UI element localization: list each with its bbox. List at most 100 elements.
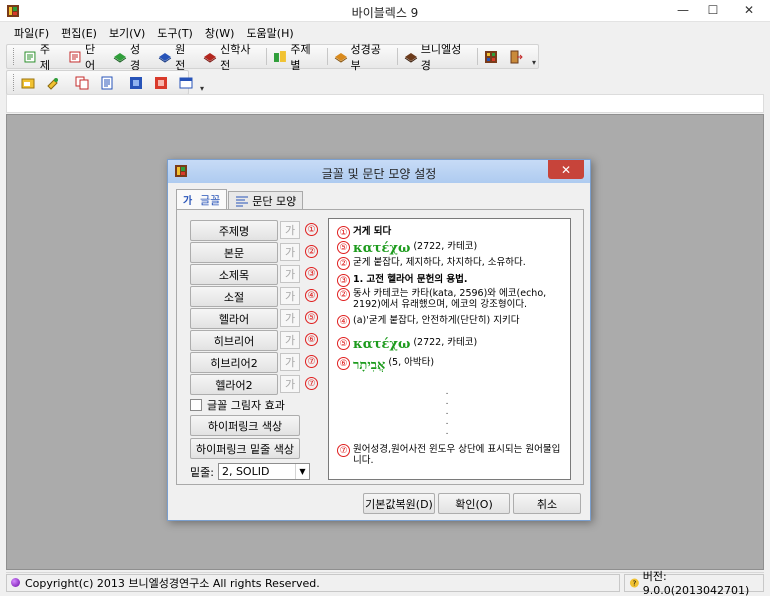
preview-hebrew-word: אֲבִיתָר	[353, 358, 386, 373]
peniel-bible-icon	[404, 52, 417, 63]
menu-tools[interactable]: 도구(T)	[151, 22, 199, 42]
toolbar-separator	[396, 48, 398, 65]
toolbar-grip[interactable]	[13, 48, 16, 65]
toolbar-window-button[interactable]	[175, 72, 200, 93]
dialog-titlebar: 글꼴 및 문단 모양 설정 ✕	[168, 160, 590, 183]
preview-line-3: ③ 1. 고전 헬라어 문헌의 용법.	[337, 274, 467, 287]
bible-study-icon	[334, 52, 347, 63]
red-square-icon	[155, 76, 167, 89]
marker-6: ⑥	[305, 333, 318, 346]
menu-window[interactable]: 창(W)	[199, 22, 241, 42]
cancel-button[interactable]: 취소	[513, 493, 581, 514]
toolbar-bible-button[interactable]: 성경	[109, 43, 154, 72]
toolbar-blue-button[interactable]	[125, 72, 150, 93]
paragraph-icon	[236, 196, 249, 207]
marker-7b: ⑦	[305, 377, 318, 390]
toolbar-overflow-chevron[interactable]: ▾	[530, 46, 538, 67]
menu-file[interactable]: 파일(F)	[8, 22, 55, 42]
minimize-button[interactable]: —	[668, 0, 698, 20]
word-icon	[69, 51, 81, 62]
toolbar-red-button[interactable]	[150, 72, 175, 93]
font-sample-hebrew2[interactable]: 가	[280, 353, 300, 371]
font-button-hebrew[interactable]: 히브리어	[190, 330, 278, 351]
toolbar-topic-button[interactable]: 주제	[19, 43, 64, 72]
shadow-checkbox-row[interactable]: 글꼴 그림자 효과	[190, 397, 285, 413]
font-button-subtitle[interactable]: 소제목	[190, 264, 278, 285]
underline-select[interactable]: 2, SOLID ▼	[217, 463, 310, 480]
toolbar-theology-dict-button[interactable]: 신학사전	[199, 43, 264, 72]
toolbar-separator	[266, 48, 268, 65]
menu-help[interactable]: 도움말(H)	[240, 22, 299, 42]
preview-greek-ref-2: (2722, 카테코)	[413, 337, 478, 348]
toolbar-topic-label: 주제	[39, 42, 51, 72]
tab-paragraph[interactable]: 문단 모양	[228, 191, 304, 210]
theology-book-icon	[203, 52, 217, 63]
font-sample-greek[interactable]: 가	[280, 309, 300, 327]
ok-button[interactable]: 확인(O)	[438, 493, 510, 514]
preview-marker-5b: ⑤	[337, 337, 350, 350]
document-icon	[101, 76, 113, 89]
toolbar-by-topic-button[interactable]: 주제별	[269, 43, 324, 72]
toolbar-original-label: 원전	[175, 42, 186, 72]
open-folder-icon	[21, 78, 35, 88]
font-sample-section[interactable]: 가	[280, 287, 300, 305]
window-title: 바이블렉스 9	[351, 6, 419, 20]
toolbar-grip[interactable]	[13, 74, 14, 91]
shadow-checkbox-label: 글꼴 그림자 효과	[207, 399, 285, 412]
preview-marker-3: ③	[337, 274, 350, 287]
underline-label: 밑줄:	[190, 465, 214, 479]
toolbar-bible-study-label: 성경공부	[350, 42, 381, 72]
font-sample-hebrew[interactable]: 가	[280, 331, 300, 349]
toolbar-original-button[interactable]: 원전	[154, 43, 199, 72]
preview-line-2: ② 굳게 붙잡다, 제지하다, 차지하다, 소유하다.	[337, 257, 526, 270]
preview-line-1: ① 거게 되다	[337, 226, 391, 239]
toolbar-copy-button[interactable]	[71, 72, 96, 93]
menu-view[interactable]: 보기(V)	[103, 22, 151, 42]
font-sample-topic[interactable]: 가	[280, 221, 300, 239]
preview-line-2b: ② 동사 카테코는 카타(kata, 2596)와 에코(echo, 2192)…	[337, 288, 565, 310]
chevron-down-icon[interactable]: ▼	[294, 464, 309, 479]
toolbar-peniel-bible-button[interactable]: 브니엘성경	[400, 43, 475, 72]
hyperlink-color-button[interactable]: 하이퍼링크 색상	[190, 415, 300, 436]
exit-door-icon	[510, 50, 523, 63]
preview-marker-7: ⑦	[337, 444, 350, 457]
window-icon	[179, 77, 193, 88]
menu-edit[interactable]: 편집(E)	[55, 22, 103, 42]
font-button-body[interactable]: 본문	[190, 242, 278, 263]
marker-7: ⑦	[305, 355, 318, 368]
topic-icon	[24, 51, 36, 62]
underline-row: 밑줄: 2, SOLID ▼	[190, 463, 310, 480]
preview-greek-word: κατέχω	[353, 241, 411, 256]
toolbar-bible-study-button[interactable]: 성경공부	[330, 43, 395, 72]
font-sample-greek2[interactable]: 가	[280, 375, 300, 393]
toolbar-exit-button[interactable]	[505, 46, 530, 67]
dialog-close-button[interactable]: ✕	[548, 160, 584, 179]
font-button-greek[interactable]: 헬라어	[190, 308, 278, 329]
preview-topic-text: 거게 되다	[353, 226, 392, 237]
by-topic-icon	[274, 50, 287, 62]
font-sample-body[interactable]: 가	[280, 243, 300, 261]
marker-4: ④	[305, 289, 318, 302]
preview-hebrew2-text: 원어성경,원어사전 윈도우 상단에 표시되는 원어물입니다.	[353, 444, 561, 466]
font-button-hebrew2[interactable]: 히브리어2	[190, 352, 278, 373]
preview-marker-2b: ②	[337, 288, 350, 301]
hyperlink-underline-color-button[interactable]: 하이퍼링크 밑줄 색상	[190, 438, 300, 459]
maximize-button[interactable]: ☐	[698, 0, 728, 20]
toolbar-overflow-chevron[interactable]: ▾	[200, 72, 204, 93]
close-button[interactable]: ✕	[728, 0, 770, 20]
status-version: 버전: 9.0.0(2013042701)	[642, 570, 750, 596]
toolbar-settings-button[interactable]	[480, 46, 505, 67]
toolbar-word-button[interactable]: 단어	[64, 43, 109, 72]
toolbar-tool-button[interactable]	[42, 72, 67, 93]
shadow-checkbox[interactable]	[190, 399, 202, 411]
font-button-greek2[interactable]: 헬라어2	[190, 374, 278, 395]
font-button-topic[interactable]: 주제명	[190, 220, 278, 241]
menu-bar: 파일(F) 편집(E) 보기(V) 도구(T) 창(W) 도움말(H)	[0, 22, 770, 42]
font-sample-subtitle[interactable]: 가	[280, 265, 300, 283]
toolbar-separator	[477, 48, 479, 65]
font-button-section[interactable]: 소절	[190, 286, 278, 307]
toolbar-document-button[interactable]	[96, 72, 121, 93]
tab-font[interactable]: 가 글꼴	[176, 189, 228, 210]
reset-defaults-button[interactable]: 기본값복원(D)	[363, 493, 435, 514]
toolbar-open-button[interactable]	[17, 72, 42, 93]
